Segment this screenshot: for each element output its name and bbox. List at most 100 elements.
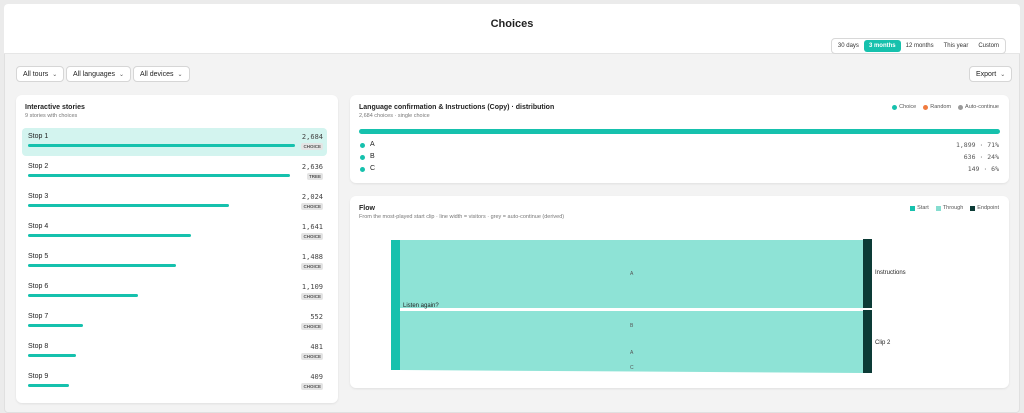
story-count: 2,024 bbox=[301, 193, 323, 201]
story-count: 1,488 bbox=[301, 253, 323, 261]
story-count: 2,636 bbox=[301, 163, 323, 171]
flow-target-label: Instructions bbox=[875, 270, 906, 276]
legend-item-random: Random bbox=[923, 104, 951, 110]
story-row[interactable]: Stop 6 1,109 CHOICE bbox=[22, 278, 327, 306]
story-bar bbox=[28, 324, 83, 327]
option-row: A 1,899 · 71% bbox=[358, 140, 1001, 151]
story-bar bbox=[28, 264, 176, 267]
story-name: Stop 6 bbox=[28, 283, 49, 290]
option-label: B bbox=[370, 153, 375, 160]
story-type-badge: CHOICE bbox=[301, 233, 323, 240]
story-count: 1,641 bbox=[301, 223, 323, 231]
flow-node-clip-2[interactable] bbox=[863, 310, 872, 373]
story-name: Stop 3 bbox=[28, 193, 49, 200]
story-bar bbox=[28, 174, 291, 177]
story-name: Stop 5 bbox=[28, 253, 49, 260]
distribution-subtitle: 2,684 choices · single choice bbox=[359, 113, 430, 119]
story-type-badge: CHOICE bbox=[301, 203, 323, 210]
range-30-days[interactable]: 30 days bbox=[833, 40, 864, 52]
flow-target-label: Clip 2 bbox=[875, 340, 891, 346]
tours-filter[interactable]: All tours ⌄ bbox=[16, 66, 65, 82]
story-count: 481 bbox=[310, 343, 323, 351]
story-type-badge: CHOICE bbox=[301, 143, 323, 150]
flow-sankey: Listen again? Instructions Clip 2 A B A … bbox=[391, 239, 906, 373]
random-dot-icon bbox=[923, 104, 929, 110]
range-this-year[interactable]: This year bbox=[939, 40, 974, 52]
option-label: C bbox=[370, 165, 376, 172]
story-row[interactable]: Stop 5 1,488 CHOICE bbox=[22, 248, 327, 276]
choice-dot-icon bbox=[892, 104, 898, 110]
distribution-legend: Choice Random Auto-continue bbox=[892, 104, 999, 110]
story-name: Stop 4 bbox=[28, 223, 49, 230]
story-type-badge: TREE bbox=[306, 173, 323, 180]
languages-filter-label: All languages bbox=[73, 70, 116, 78]
range-custom[interactable]: Custom bbox=[973, 40, 1004, 52]
option-row: B 636 · 24% bbox=[358, 152, 1001, 163]
option-row: C 149 · 6% bbox=[358, 164, 1001, 175]
story-type-badge: CHOICE bbox=[301, 263, 323, 270]
story-row[interactable]: Stop 3 2,024 CHOICE bbox=[22, 188, 327, 216]
story-name: Stop 9 bbox=[28, 373, 49, 380]
flow-card: Flow From the most-played start clip · l… bbox=[350, 196, 1009, 388]
flow-node-instructions[interactable] bbox=[863, 239, 872, 308]
story-bar bbox=[28, 354, 76, 357]
stories-title: Interactive stories bbox=[25, 104, 85, 111]
option-dot-icon bbox=[360, 143, 365, 148]
chevron-down-icon: ⌄ bbox=[119, 71, 125, 78]
story-type-badge: CHOICE bbox=[301, 353, 323, 360]
distribution-card: Language confirmation & Instructions (Co… bbox=[350, 95, 1009, 183]
chevron-down-icon: ⌄ bbox=[1000, 71, 1006, 78]
legend-label-auto-continue: Auto-continue bbox=[965, 104, 999, 110]
story-row[interactable]: Stop 7 552 CHOICE bbox=[22, 308, 327, 336]
flow-link-label: C bbox=[630, 365, 634, 371]
chevron-down-icon: ⌄ bbox=[52, 71, 58, 78]
flow-node-start[interactable] bbox=[391, 240, 400, 370]
story-name: Stop 7 bbox=[28, 313, 49, 320]
range-12-months[interactable]: 12 months bbox=[901, 40, 939, 52]
range-3-months[interactable]: 3 months bbox=[863, 40, 901, 52]
tours-filter-label: All tours bbox=[23, 70, 49, 78]
story-name: Stop 2 bbox=[28, 163, 49, 170]
story-row[interactable]: Stop 8 481 CHOICE bbox=[22, 338, 327, 366]
story-row[interactable]: Stop 1 2,684 CHOICE bbox=[22, 128, 327, 156]
option-dot-icon bbox=[360, 155, 365, 160]
stories-card: Interactive stories 9 stories with choic… bbox=[16, 95, 338, 403]
distribution-bar bbox=[359, 129, 1000, 134]
page-title: Choices bbox=[490, 18, 534, 30]
story-type-badge: CHOICE bbox=[301, 293, 323, 300]
chevron-down-icon: ⌄ bbox=[177, 71, 183, 78]
story-bar bbox=[28, 384, 69, 387]
legend-item-choice: Choice bbox=[892, 104, 916, 110]
page-header: Choices 30 days 3 months 12 months This … bbox=[4, 4, 1020, 54]
option-value: 636 · 24% bbox=[963, 153, 999, 161]
story-count: 1,109 bbox=[301, 283, 323, 291]
story-count: 552 bbox=[310, 313, 323, 321]
story-bar bbox=[28, 204, 230, 207]
devices-filter-label: All devices bbox=[140, 70, 174, 78]
distribution-title: Language confirmation & Instructions (Co… bbox=[359, 104, 555, 111]
story-bar bbox=[28, 294, 139, 297]
stories-subtitle: 9 stories with choices bbox=[25, 113, 78, 119]
export-button[interactable]: Export ⌄ bbox=[969, 66, 1013, 82]
legend-label-choice: Choice bbox=[899, 104, 917, 110]
story-type-badge: CHOICE bbox=[301, 323, 323, 330]
languages-filter[interactable]: All languages ⌄ bbox=[66, 66, 132, 82]
story-count: 2,684 bbox=[301, 133, 323, 141]
story-bar bbox=[28, 234, 192, 237]
story-row[interactable]: Stop 4 1,641 CHOICE bbox=[22, 218, 327, 246]
story-row[interactable]: Stop 2 2,636 TREE bbox=[22, 158, 327, 186]
devices-filter[interactable]: All devices ⌄ bbox=[133, 66, 190, 82]
legend-label-random: Random bbox=[930, 104, 952, 110]
story-bar bbox=[28, 144, 295, 147]
flow-link-clip-2[interactable] bbox=[400, 311, 863, 373]
story-name: Stop 8 bbox=[28, 343, 49, 350]
option-value: 149 · 6% bbox=[967, 165, 999, 173]
date-range-selector: 30 days 3 months 12 months This year Cus… bbox=[830, 38, 1006, 54]
option-label: A bbox=[370, 141, 375, 148]
story-row[interactable]: Stop 9 409 CHOICE bbox=[22, 368, 327, 396]
auto-continue-dot-icon bbox=[958, 104, 964, 110]
option-value: 1,899 · 71% bbox=[955, 141, 999, 149]
story-name: Stop 1 bbox=[28, 133, 49, 140]
story-count: 409 bbox=[310, 373, 323, 381]
legend-item-auto-continue: Auto-continue bbox=[958, 104, 999, 110]
